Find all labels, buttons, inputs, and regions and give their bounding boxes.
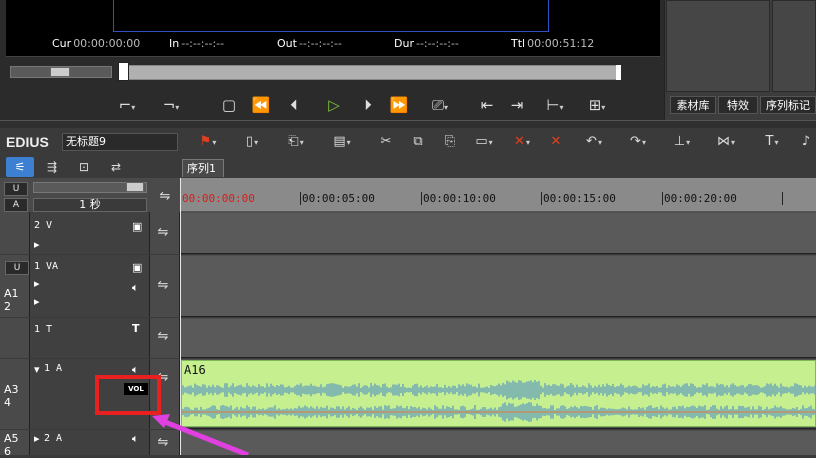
annotation-arrow — [152, 414, 249, 455]
